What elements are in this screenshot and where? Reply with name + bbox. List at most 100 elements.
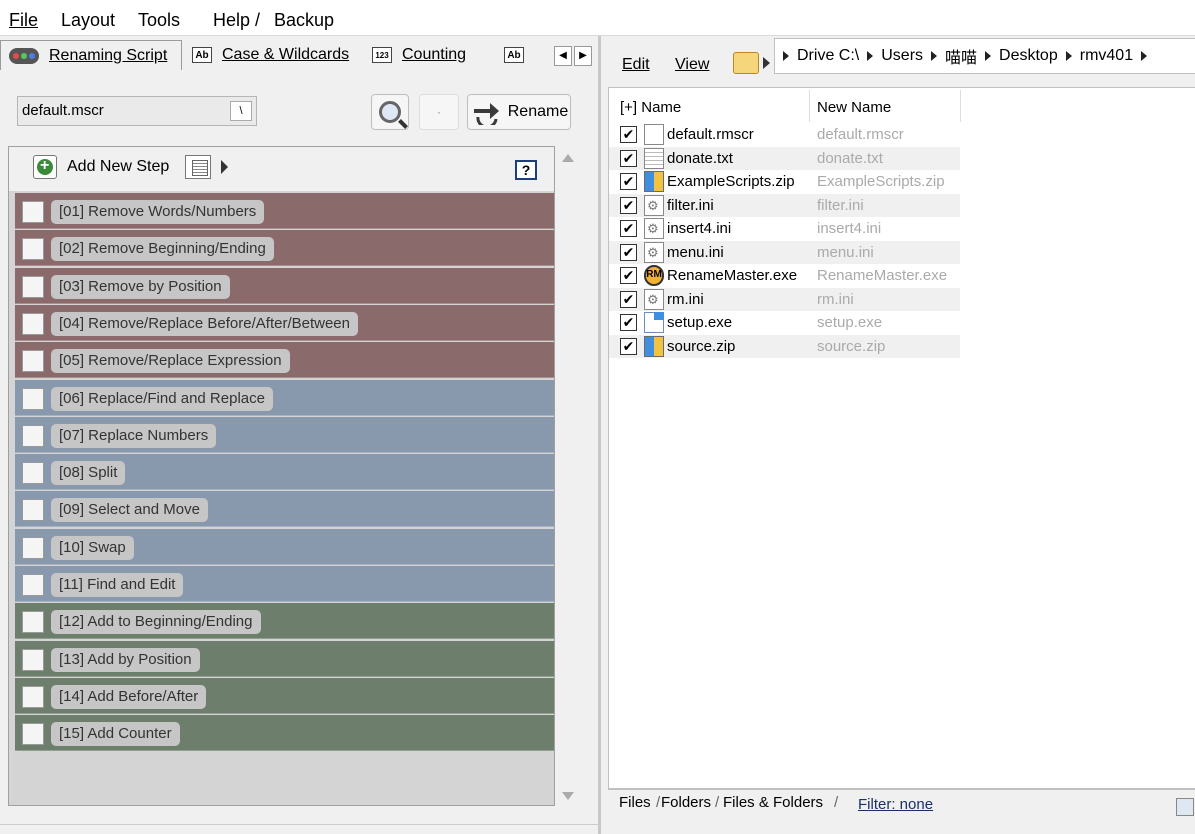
step-checkbox[interactable]: [22, 499, 44, 522]
file-row[interactable]: ✔ ExampleScripts.zip ExampleScripts.zip: [609, 170, 960, 193]
step-checkbox[interactable]: [22, 611, 44, 634]
step-checkbox[interactable]: [22, 723, 44, 746]
column-name-header[interactable]: [+] Name: [620, 99, 681, 116]
step-item[interactable]: [14] Add Before/After: [15, 677, 554, 714]
step-item[interactable]: [05] Remove/Replace Expression: [15, 342, 554, 379]
step-label[interactable]: [09] Select and Move: [51, 498, 208, 523]
step-list-icon[interactable]: [185, 155, 212, 179]
step-label[interactable]: [02] Remove Beginning/Ending: [51, 237, 274, 262]
file-row[interactable]: ✔ RM RenameMaster.exe RenameMaster.exe: [609, 264, 960, 287]
hand-icon[interactable]: [733, 52, 759, 74]
step-checkbox[interactable]: [22, 201, 44, 223]
rename-button[interactable]: Rename: [467, 94, 571, 130]
step-item[interactable]: [04] Remove/Replace Before/After/Between: [15, 304, 554, 341]
chevron-right-icon[interactable]: [221, 160, 229, 174]
step-item[interactable]: [10] Swap: [15, 528, 554, 565]
file-row[interactable]: ✔ source.zip source.zip: [609, 334, 960, 358]
tab-folders[interactable]: Folders: [661, 794, 711, 811]
step-label[interactable]: [15] Add Counter: [51, 722, 180, 747]
step-item[interactable]: [13] Add by Position: [15, 640, 554, 677]
column-divider[interactable]: [809, 90, 810, 122]
chevron-right-icon[interactable]: [867, 51, 874, 61]
file-checkbox[interactable]: ✔: [620, 126, 637, 143]
step-item[interactable]: [06] Replace/Find and Replace: [15, 379, 554, 416]
step-checkbox[interactable]: [22, 238, 44, 261]
tab-scroll-right-button[interactable]: ▶: [574, 46, 592, 66]
file-row[interactable]: ✔ setup.exe setup.exe: [609, 311, 960, 334]
step-item[interactable]: [08] Split: [15, 454, 554, 491]
filter-link[interactable]: Filter: none: [858, 796, 933, 813]
file-checkbox[interactable]: ✔: [620, 314, 637, 331]
step-checkbox[interactable]: [22, 574, 44, 596]
step-item[interactable]: [03] Remove by Position: [15, 267, 554, 304]
step-item[interactable]: [12] Add to Beginning/Ending: [15, 603, 554, 640]
script-selector[interactable]: default.mscr \: [17, 96, 257, 126]
chevron-right-icon[interactable]: [985, 51, 992, 61]
chevron-right-icon[interactable]: [931, 51, 938, 61]
scroll-down-icon[interactable]: [562, 792, 574, 800]
view-menu[interactable]: View: [675, 56, 709, 74]
tab-more[interactable]: Ab: [496, 40, 548, 70]
edit-menu[interactable]: Edit: [622, 56, 650, 74]
tab-files[interactable]: Files: [619, 794, 651, 811]
file-row[interactable]: ✔ filter.ini filter.ini: [609, 193, 960, 217]
dropdown-icon[interactable]: \: [230, 101, 252, 121]
step-checkbox[interactable]: [22, 462, 44, 485]
column-divider[interactable]: [960, 90, 961, 122]
step-checkbox[interactable]: [22, 536, 44, 559]
file-row[interactable]: ✔ insert4.ini insert4.ini: [609, 217, 960, 240]
step-checkbox[interactable]: [22, 350, 44, 373]
file-row[interactable]: ✔ default.rmscr default.rmscr: [609, 123, 960, 146]
file-row[interactable]: ✔ donate.txt donate.txt: [609, 146, 960, 170]
file-checkbox[interactable]: ✔: [620, 149, 637, 167]
breadcrumb-item[interactable]: rmv401: [1080, 47, 1133, 65]
step-item[interactable]: [09] Select and Move: [15, 491, 554, 528]
step-checkbox[interactable]: [22, 275, 44, 298]
file-checkbox[interactable]: ✔: [620, 267, 637, 284]
breadcrumb-item[interactable]: Drive C:\: [797, 47, 859, 65]
step-label[interactable]: [05] Remove/Replace Expression: [51, 349, 290, 374]
step-checkbox[interactable]: [22, 685, 44, 708]
menu-help[interactable]: Help /: [213, 10, 260, 31]
step-label[interactable]: [01] Remove Words/Numbers: [51, 200, 265, 224]
step-item[interactable]: [02] Remove Beginning/Ending: [15, 230, 554, 267]
scroll-up-icon[interactable]: [562, 154, 574, 162]
step-item[interactable]: [01] Remove Words/Numbers: [15, 193, 554, 229]
file-row[interactable]: ✔ rm.ini rm.ini: [609, 287, 960, 311]
chevron-right-icon[interactable]: [1141, 51, 1148, 61]
tab-renaming-script[interactable]: Renaming Script: [0, 40, 182, 70]
step-label[interactable]: [03] Remove by Position: [51, 274, 230, 299]
pane-splitter[interactable]: [598, 36, 601, 834]
file-checkbox[interactable]: ✔: [620, 290, 637, 308]
chevron-right-icon[interactable]: [783, 51, 789, 61]
step-label[interactable]: [06] Replace/Find and Replace: [51, 386, 273, 411]
chevron-right-icon[interactable]: [763, 57, 770, 69]
chevron-right-icon[interactable]: [1065, 51, 1072, 61]
step-label[interactable]: [14] Add Before/After: [51, 684, 207, 709]
step-checkbox[interactable]: [22, 424, 44, 447]
tab-case-wildcards[interactable]: Ab Case & Wildcards: [184, 40, 362, 70]
step-item[interactable]: [15] Add Counter: [15, 715, 554, 752]
step-label[interactable]: [12] Add to Beginning/Ending: [51, 610, 261, 635]
step-label[interactable]: [04] Remove/Replace Before/After/Between: [51, 311, 358, 336]
menu-file[interactable]: File: [9, 10, 38, 31]
step-item[interactable]: [11] Find and Edit: [15, 566, 554, 602]
step-label[interactable]: [11] Find and Edit: [51, 573, 184, 597]
breadcrumb-item[interactable]: Users: [881, 47, 923, 65]
step-label[interactable]: [08] Split: [51, 461, 126, 486]
step-label[interactable]: [10] Swap: [51, 535, 134, 560]
file-row[interactable]: ✔ menu.ini menu.ini: [609, 240, 960, 264]
breadcrumb-item[interactable]: Desktop: [999, 47, 1058, 65]
preview-button[interactable]: [371, 94, 409, 130]
step-item[interactable]: [07] Replace Numbers: [15, 416, 554, 453]
file-checkbox[interactable]: ✔: [620, 173, 637, 190]
column-new-name-header[interactable]: New Name: [817, 99, 891, 116]
tab-counting[interactable]: 123 Counting: [364, 40, 492, 70]
steps-scrollbar[interactable]: [557, 146, 579, 806]
menu-backup[interactable]: Backup: [274, 10, 334, 31]
step-checkbox[interactable]: [22, 387, 44, 410]
step-checkbox[interactable]: [22, 648, 44, 671]
collapse-icon[interactable]: [1176, 798, 1194, 816]
step-checkbox[interactable]: [22, 312, 44, 335]
breadcrumb-item[interactable]: 喵喵: [945, 44, 977, 68]
